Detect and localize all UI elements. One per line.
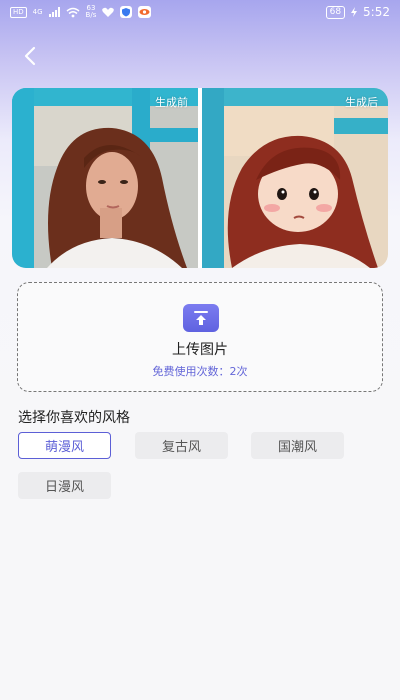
battery-icon: 68: [325, 5, 346, 19]
before-image: 生成前: [12, 88, 198, 268]
chevron-left-icon: [24, 46, 36, 66]
portrait-photo: [12, 88, 198, 268]
before-label: 生成前: [155, 96, 188, 109]
after-image: 生成后: [202, 88, 388, 268]
clock: 5:52: [363, 5, 390, 19]
heart-app-icon: [102, 7, 115, 17]
shield-app-icon: [120, 6, 133, 18]
style-option-cute[interactable]: 萌漫风: [18, 432, 111, 459]
free-uses-count: 免费使用次数：2次: [152, 365, 248, 378]
style-section-title: 选择你喜欢的风格: [18, 410, 130, 426]
before-after-preview: 生成前 生成后: [12, 88, 388, 268]
after-label: 生成后: [345, 96, 378, 109]
eye-app-icon: [138, 6, 152, 18]
hd-indicator: HD: [10, 6, 27, 18]
style-option-guochao[interactable]: 国潮风: [251, 432, 344, 459]
upload-image-area[interactable]: 上传图片 免费使用次数：2次: [17, 282, 383, 392]
charging-icon: [351, 7, 358, 17]
style-option-anime[interactable]: 日漫风: [18, 472, 111, 499]
status-bar: HD 4G 63 B/s 68 5:52: [0, 0, 400, 24]
network-speed: 63 B/s: [85, 4, 97, 19]
wifi-icon: [66, 7, 80, 17]
style-option-retro[interactable]: 复古风: [135, 432, 228, 459]
back-button[interactable]: [18, 44, 42, 68]
signal-icon: [48, 7, 60, 17]
cartoon-portrait: [202, 88, 388, 268]
upload-title: 上传图片: [172, 342, 228, 358]
network-generation: 4G: [32, 8, 43, 16]
upload-icon: [183, 304, 219, 332]
